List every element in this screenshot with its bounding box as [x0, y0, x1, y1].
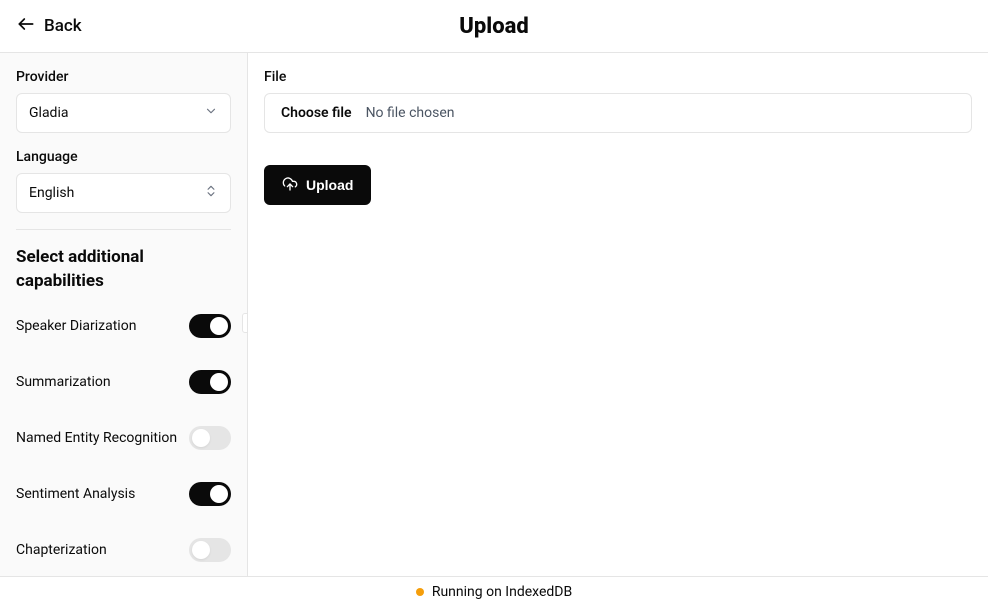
status-dot-icon [416, 588, 424, 596]
no-file-text: No file chosen [366, 105, 455, 121]
divider [16, 229, 231, 230]
capability-label: Named Entity Recognition [16, 430, 177, 446]
provider-value: Gladia [29, 105, 68, 121]
speaker-diarization-toggle[interactable] [189, 314, 231, 338]
capability-label: Summarization [16, 374, 111, 390]
page-title: Upload [459, 14, 528, 39]
sidebar: Provider Gladia Language English Select … [0, 53, 248, 576]
provider-label: Provider [16, 69, 231, 85]
named-entity-recognition-toggle[interactable] [189, 426, 231, 450]
arrow-left-icon [16, 14, 36, 39]
chapterization-toggle[interactable] [189, 538, 231, 562]
back-label: Back [44, 16, 82, 36]
file-label: File [264, 69, 972, 85]
language-select[interactable]: English [16, 173, 231, 213]
file-input[interactable]: Choose file No file chosen [264, 93, 972, 133]
header: Back Upload [0, 0, 988, 53]
capability-label: Sentiment Analysis [16, 486, 135, 502]
main: File Choose file No file chosen Upload [248, 53, 988, 576]
back-button[interactable]: Back [16, 14, 82, 39]
capability-row: Summarization [16, 370, 231, 394]
capability-row: Named Entity Recognition [16, 426, 231, 450]
summarization-toggle[interactable] [189, 370, 231, 394]
capability-row: Chapterization [16, 538, 231, 562]
capability-row: Sentiment Analysis [16, 482, 231, 506]
upload-button-label: Upload [306, 177, 353, 193]
status-text: Running on IndexedDB [432, 584, 572, 600]
capability-row: Speaker Diarization [16, 314, 231, 338]
resize-handle[interactable]: ⋮ [242, 313, 248, 333]
provider-select[interactable]: Gladia [16, 93, 231, 133]
capability-label: Chapterization [16, 542, 107, 558]
chevrons-up-down-icon [204, 184, 218, 202]
capability-label: Speaker Diarization [16, 318, 136, 334]
cloud-upload-icon [282, 176, 298, 195]
language-label: Language [16, 149, 231, 165]
choose-file-label: Choose file [281, 105, 352, 121]
capabilities-heading: Select additional capabilities [16, 246, 231, 294]
upload-button[interactable]: Upload [264, 165, 371, 205]
language-value: English [29, 185, 74, 201]
footer-status: Running on IndexedDB [0, 576, 988, 606]
chevron-down-icon [204, 104, 218, 122]
content: Provider Gladia Language English Select … [0, 53, 988, 576]
sentiment-analysis-toggle[interactable] [189, 482, 231, 506]
